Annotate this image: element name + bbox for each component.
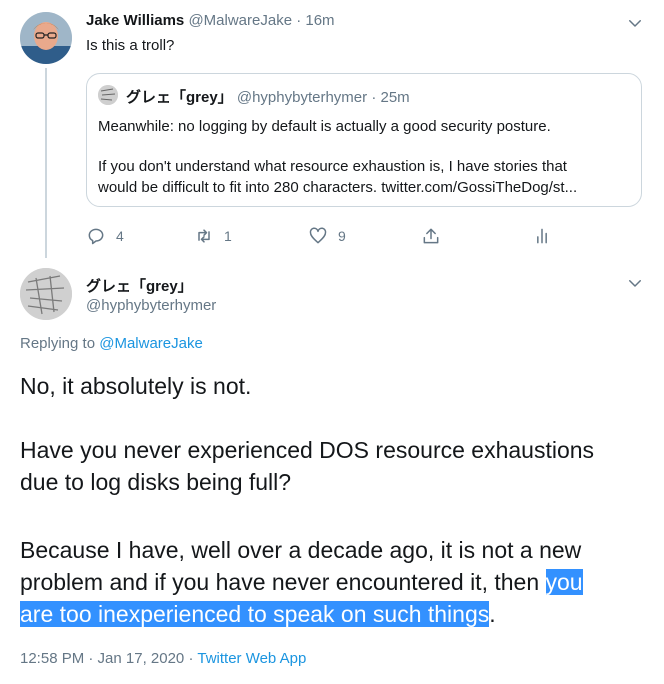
quoted-text-line-2: If you don't understand what resource ex… xyxy=(98,158,567,175)
quoted-separator: · xyxy=(371,89,377,106)
p3-line2-text: problem and if you have never encountere… xyxy=(20,569,546,595)
avatar-jake-williams[interactable] xyxy=(20,12,72,64)
meta-separator: · xyxy=(188,650,194,667)
analytics-button[interactable] xyxy=(532,226,552,246)
main-author-handle[interactable]: @hyphybyterhymer xyxy=(86,297,216,314)
p3-line3-end: . xyxy=(489,601,496,627)
header-separator: · xyxy=(296,12,302,29)
author-handle[interactable]: @MalwareJake xyxy=(188,12,292,29)
main-author-name[interactable]: グレェ「grey」 xyxy=(86,275,193,296)
like-button[interactable]: 9 xyxy=(308,226,346,246)
analytics-icon xyxy=(537,228,547,244)
share-icon xyxy=(423,228,439,244)
retweet-button[interactable]: 1 xyxy=(194,226,232,246)
main-text-p2-line1: Have you never experienced DOS resource … xyxy=(20,437,595,463)
avatar-photo xyxy=(20,268,72,320)
parent-more-button[interactable] xyxy=(626,14,644,37)
quoted-author-handle: @hyphybyterhymer xyxy=(236,89,368,106)
retweet-icon xyxy=(198,229,210,243)
main-text-p3-line2: problem and if you have never encountere… xyxy=(20,566,583,598)
main-more-button[interactable] xyxy=(626,274,644,297)
tweet-source-link[interactable]: Twitter Web App xyxy=(197,650,306,667)
tweet-meta: 12:58 PM · Jan 17, 2020 · Twitter Web Ap… xyxy=(20,650,306,667)
avatar-photo xyxy=(20,12,72,64)
replying-prefix: Replying to xyxy=(20,335,100,352)
like-count: 9 xyxy=(338,228,346,244)
share-button[interactable] xyxy=(421,226,441,246)
avatar-photo xyxy=(98,85,118,105)
replying-to-link[interactable]: @MalwareJake xyxy=(99,335,203,352)
highlighted-selection: you xyxy=(545,569,583,595)
main-text-p3-line1: Because I have, well over a decade ago, … xyxy=(20,537,582,563)
chevron-down-icon xyxy=(629,20,641,27)
main-text-p1: No, it absolutely is not. xyxy=(20,373,252,399)
quoted-text-line-3: would be difficult to fit into 280 chara… xyxy=(98,179,578,196)
tweet-time[interactable]: 16m xyxy=(305,12,334,29)
highlighted-selection-cont: are too inexperienced to speak on such t… xyxy=(20,601,490,627)
main-text-p2-line2: due to log disks being full? xyxy=(20,469,292,495)
replying-to: Replying to @MalwareJake xyxy=(20,335,203,352)
quoted-author-name: グレェ「grey」 xyxy=(126,89,233,106)
quoted-avatar xyxy=(98,85,118,105)
avatar-grey[interactable] xyxy=(20,268,72,320)
quoted-header: グレェ「grey」 @hyphybyterhymer · 25m xyxy=(126,86,410,107)
author-name[interactable]: Jake Williams xyxy=(86,12,184,29)
retweet-count: 1 xyxy=(224,228,232,244)
quoted-text-line-1: Meanwhile: no logging by default is actu… xyxy=(98,118,551,135)
tweet-timestamp[interactable]: 12:58 PM · Jan 17, 2020 xyxy=(20,650,184,667)
quoted-time: 25m xyxy=(380,89,410,106)
chevron-down-icon xyxy=(629,280,641,287)
reply-count: 4 xyxy=(116,228,124,244)
parent-tweet-header: Jake Williams @MalwareJake · 16m xyxy=(86,12,335,29)
heart-icon xyxy=(309,227,327,244)
thread-connector-line xyxy=(45,68,47,258)
quoted-tweet-card[interactable]: グレェ「grey」 @hyphybyterhymer · 25m Meanwhi… xyxy=(86,73,642,207)
main-text-p3-line3: are too inexperienced to speak on such t… xyxy=(20,598,496,630)
parent-tweet-text: Is this a troll? xyxy=(86,37,175,54)
reply-icon xyxy=(88,228,104,245)
reply-button[interactable]: 4 xyxy=(86,226,124,246)
